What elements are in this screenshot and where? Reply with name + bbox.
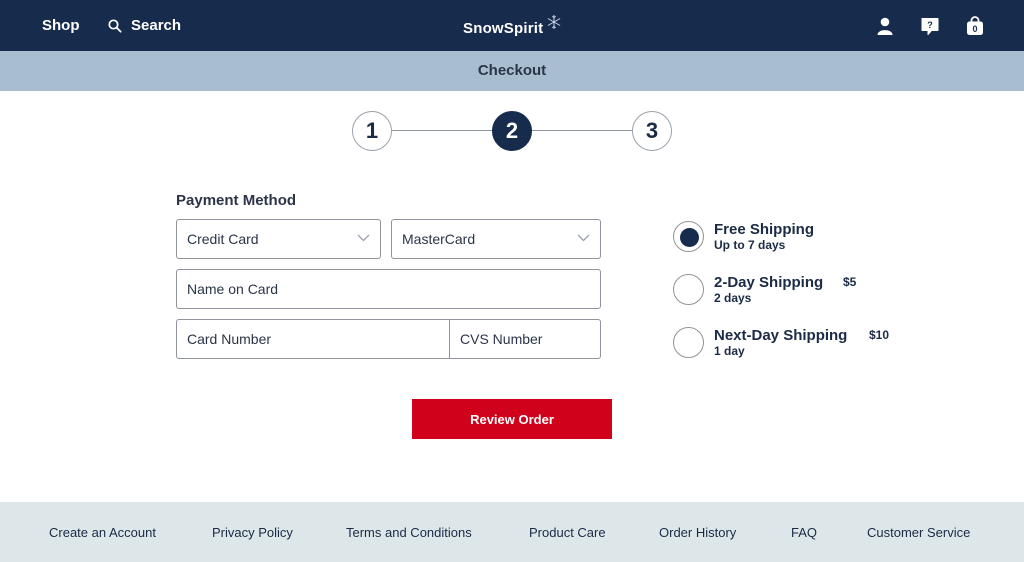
card-number-field[interactable]: Card Number: [176, 319, 451, 359]
user-icon[interactable]: [875, 16, 895, 36]
footer-link-order-history[interactable]: Order History: [659, 525, 736, 540]
footer-link-faq[interactable]: FAQ: [791, 525, 817, 540]
page-title: Checkout: [477, 62, 547, 79]
chevron-down-icon: [357, 234, 370, 242]
step-1[interactable]: 1: [352, 111, 392, 151]
cvs-number-placeholder: CVS Number: [460, 331, 543, 347]
brand-logo[interactable]: SnowSpirit: [463, 20, 543, 37]
shipping-option-name: Next-Day Shipping: [714, 327, 848, 344]
payment-method-heading: Payment Method: [176, 192, 297, 209]
card-brand-value: MasterCard: [402, 231, 476, 247]
chevron-down-icon: [577, 234, 590, 242]
footer-link-product-care[interactable]: Product Care: [529, 525, 606, 540]
card-brand-select[interactable]: MasterCard: [391, 219, 601, 259]
search-label: Search: [131, 17, 182, 34]
shipping-option-name: 2-Day Shipping: [714, 274, 824, 291]
footer-link-create-account[interactable]: Create an Account: [49, 525, 156, 540]
name-on-card-field[interactable]: Name on Card: [176, 269, 601, 309]
shipping-radio-selected[interactable]: [673, 221, 704, 252]
shipping-option-detail: 1 day: [714, 344, 745, 358]
payment-type-value: Credit Card: [187, 231, 259, 247]
shop-link[interactable]: Shop: [42, 17, 80, 34]
shipping-radio[interactable]: [673, 327, 704, 358]
footer-link-terms[interactable]: Terms and Conditions: [346, 525, 472, 540]
cart-count: 0: [972, 24, 977, 34]
shipping-option-price: $10: [869, 328, 890, 342]
card-number-placeholder: Card Number: [187, 331, 272, 347]
help-button[interactable]: ?: [920, 16, 940, 36]
step-3[interactable]: 3: [632, 111, 672, 151]
step-connector: [392, 130, 492, 131]
shipping-option-name: Free Shipping: [714, 221, 815, 238]
help-icon: ?: [921, 18, 939, 35]
search-button[interactable]: Search: [108, 17, 181, 34]
checkout-header: Checkout: [0, 51, 1024, 91]
footer-link-customer-service[interactable]: Customer Service: [867, 525, 970, 540]
top-nav: Shop Search SnowSpirit ? 0: [0, 0, 1024, 51]
cart-button[interactable]: 0: [965, 16, 985, 36]
footer-link-privacy-policy[interactable]: Privacy Policy: [212, 525, 293, 540]
footer: Create an Account Privacy Policy Terms a…: [0, 502, 1024, 562]
bag-icon: 0: [967, 16, 983, 35]
payment-type-select[interactable]: Credit Card: [176, 219, 381, 259]
name-on-card-placeholder: Name on Card: [187, 281, 279, 297]
step-connector: [532, 130, 632, 131]
help-glyph: ?: [927, 20, 933, 30]
shipping-option-detail: Up to 7 days: [714, 238, 786, 252]
review-order-button[interactable]: Review Order: [412, 399, 612, 439]
search-icon: [108, 18, 122, 33]
shipping-option-price: $5: [843, 275, 857, 289]
shipping-option-detail: 2 days: [714, 291, 752, 305]
step-2-active[interactable]: 2: [492, 111, 532, 151]
cvs-number-field[interactable]: CVS Number: [449, 319, 601, 359]
shipping-radio[interactable]: [673, 274, 704, 305]
snowflake-icon: [547, 15, 561, 29]
